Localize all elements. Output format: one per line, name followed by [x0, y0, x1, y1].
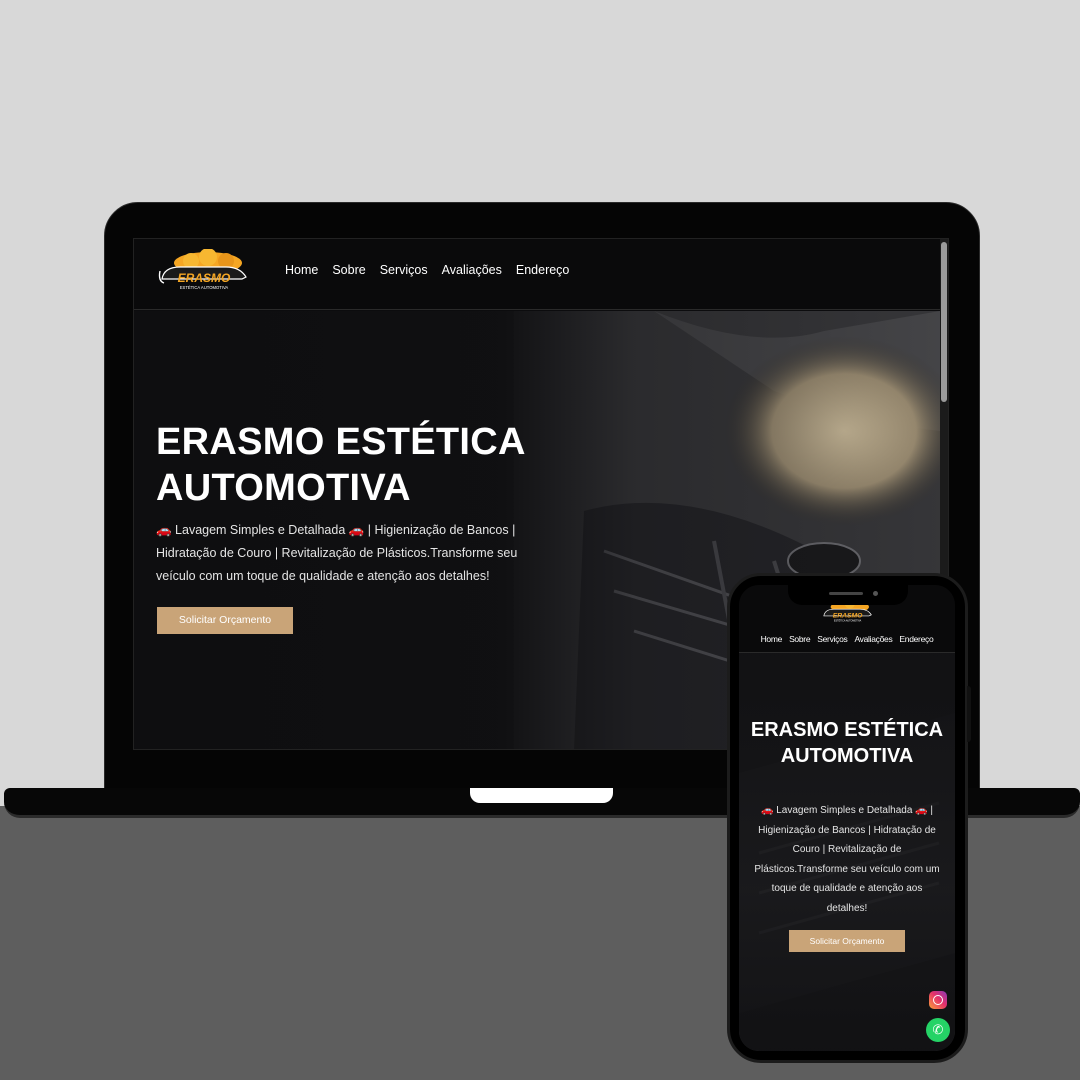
mobile-nav-home[interactable]: Home	[761, 634, 783, 644]
mobile-nav-avaliacoes[interactable]: Avaliações	[854, 634, 892, 644]
nav-endereco[interactable]: Endereço	[516, 263, 570, 277]
phone-speaker	[829, 592, 863, 595]
hero-description: 🚗 Lavagem Simples e Detalhada 🚗 | Higien…	[156, 523, 518, 583]
svg-text:ESTÉTICA AUTOMOTIVA: ESTÉTICA AUTOMOTIVA	[180, 285, 229, 290]
mobile-nav-sobre[interactable]: Sobre	[789, 634, 810, 644]
hero-title: ERASMO ESTÉTICA AUTOMOTIVA	[156, 421, 525, 509]
mobile-hero-section: ERASMO ESTÉTICA AUTOMOTIVA 🚗 Lavagem Sim…	[739, 653, 955, 1051]
whatsapp-icon[interactable]: ✆	[926, 1018, 950, 1042]
request-quote-button[interactable]: Solicitar Orçamento	[157, 607, 293, 634]
laptop-notch	[470, 788, 613, 803]
mobile-nav-endereco[interactable]: Endereço	[899, 634, 933, 644]
nav-servicos[interactable]: Serviços	[380, 263, 428, 277]
phone-screen: ERASMO ESTÉTICA AUTOMOTIVA Home Sobre Se…	[739, 585, 955, 1051]
mobile-request-quote-button[interactable]: Solicitar Orçamento	[789, 930, 905, 952]
mobile-hero-title: ERASMO ESTÉTICA AUTOMOTIVA	[750, 719, 944, 767]
svg-text:ERASMO: ERASMO	[178, 271, 231, 285]
erasmo-logo[interactable]: ERASMO ESTÉTICA AUTOMOTIVA	[156, 249, 250, 295]
instagram-icon[interactable]	[929, 991, 947, 1009]
nav-sobre[interactable]: Sobre	[332, 263, 365, 277]
mobile-nav: Home Sobre Serviços Avaliações Endereço	[739, 634, 955, 644]
phone-side-button	[967, 686, 971, 742]
phone-camera	[873, 591, 878, 596]
main-nav: Home Sobre Serviços Avaliações Endereço	[285, 263, 569, 277]
mobile-nav-servicos[interactable]: Serviços	[817, 634, 848, 644]
nav-home[interactable]: Home	[285, 263, 318, 277]
site-header: ERASMO ESTÉTICA AUTOMOTIVA Home Sobre Se…	[134, 239, 940, 310]
svg-text:ERASMO: ERASMO	[833, 613, 863, 620]
nav-avaliacoes[interactable]: Avaliações	[442, 263, 502, 277]
svg-text:ESTÉTICA AUTOMOTIVA: ESTÉTICA AUTOMOTIVA	[834, 620, 862, 623]
scrollbar-thumb[interactable]	[941, 242, 947, 402]
phone-notch	[788, 585, 908, 605]
mobile-hero-description: 🚗 Lavagem Simples e Detalhada 🚗 | Higien…	[754, 805, 940, 914]
